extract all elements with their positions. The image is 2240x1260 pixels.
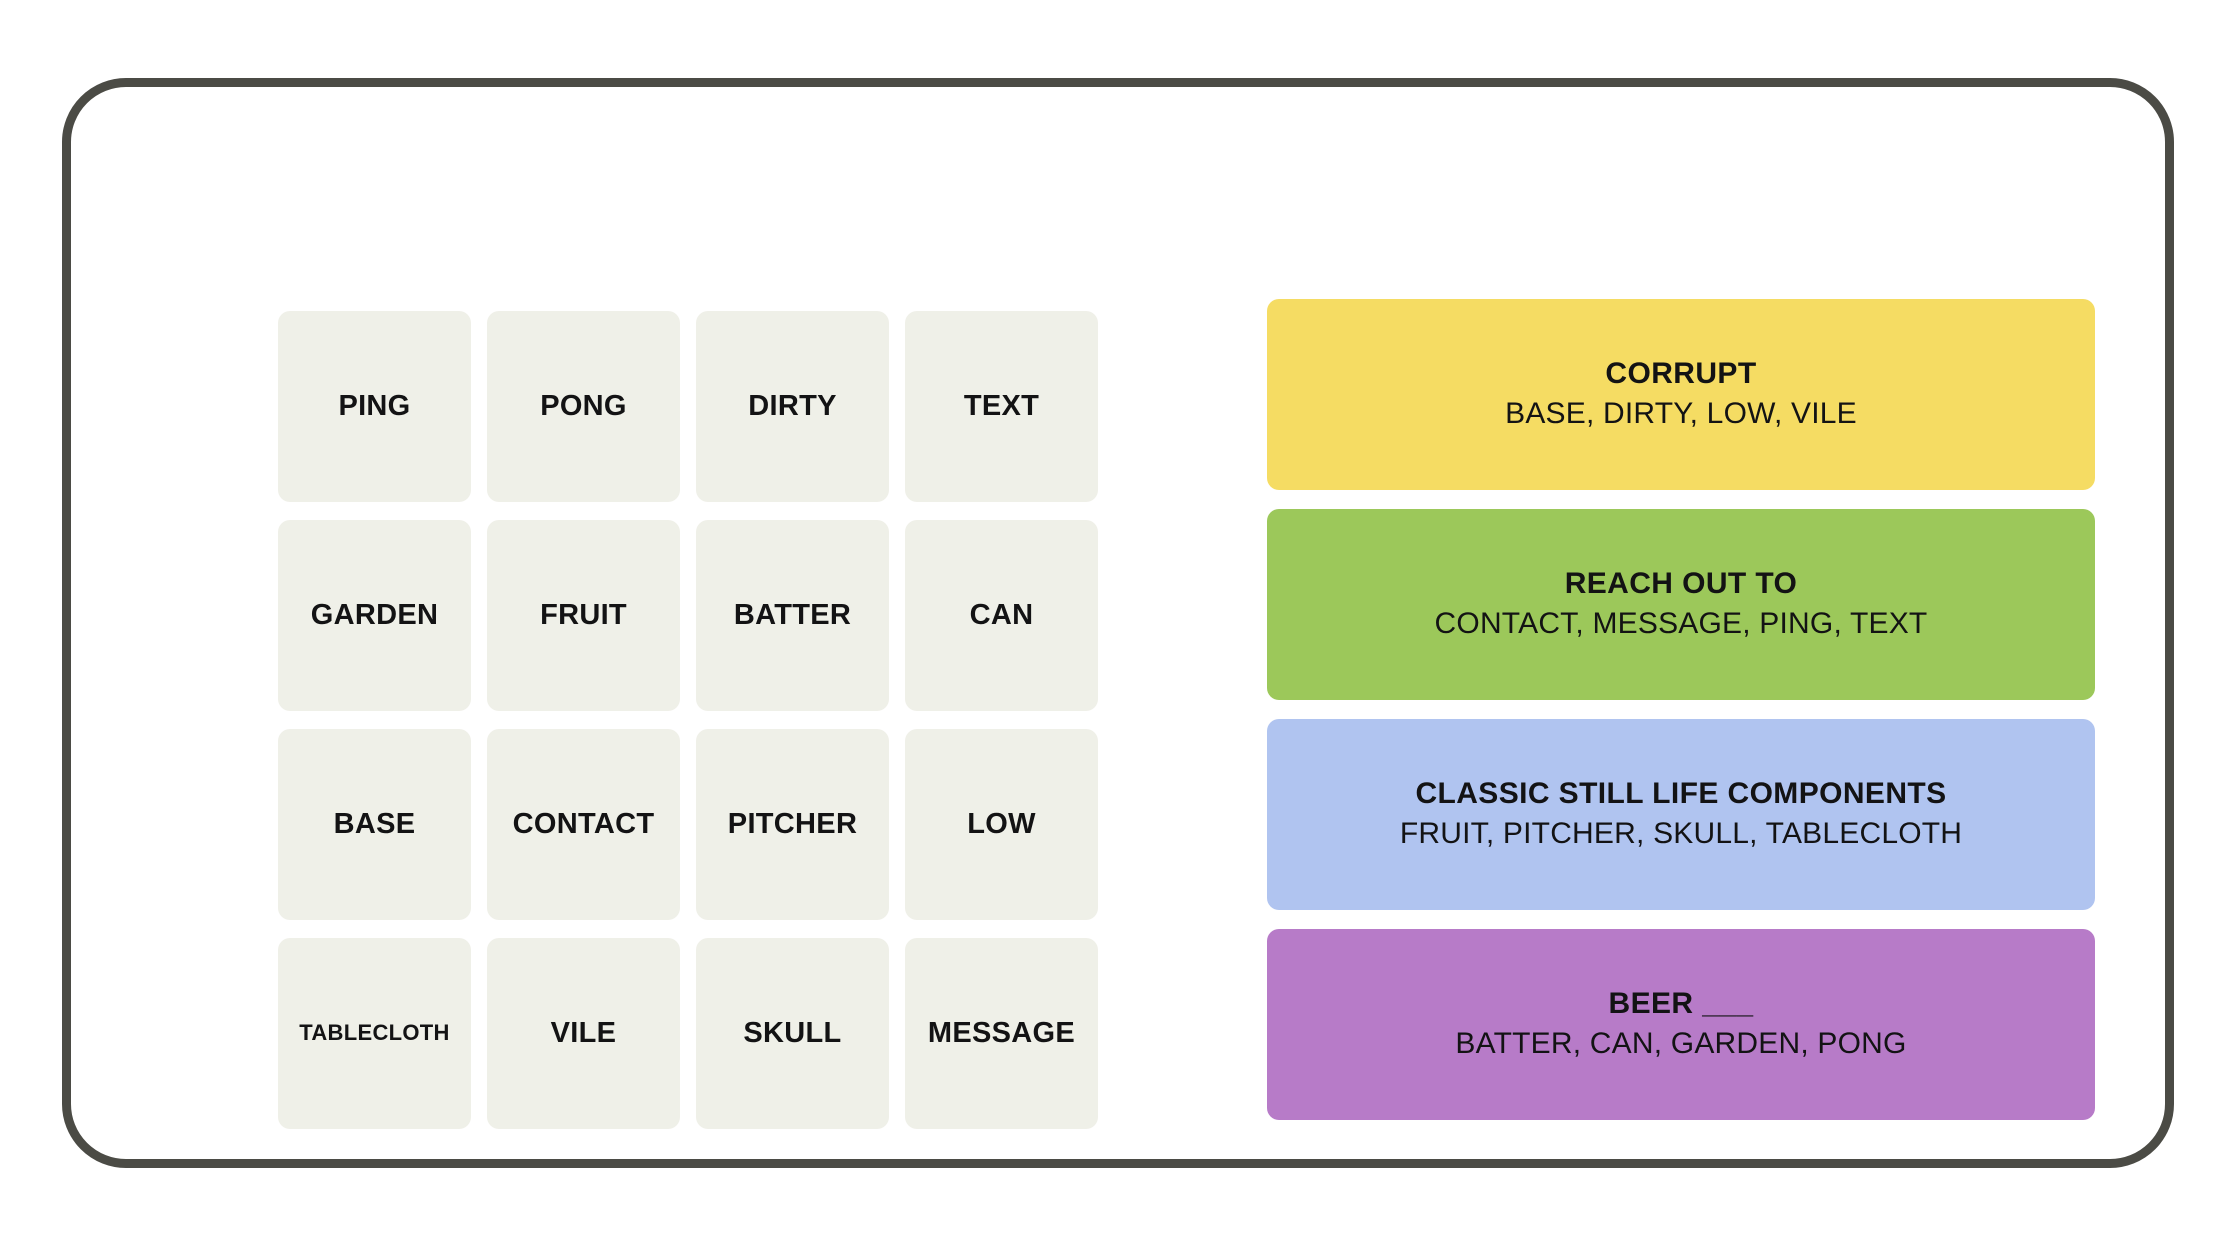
word-tile-label: PITCHER xyxy=(727,807,858,840)
word-tile[interactable]: GARDEN xyxy=(278,520,471,711)
word-tile[interactable]: SKULL xyxy=(696,938,889,1129)
word-tile-label: LOW xyxy=(967,807,1036,840)
solution-words: BATTER, CAN, GARDEN, PONG xyxy=(1455,1027,1907,1060)
word-tile[interactable]: PITCHER xyxy=(696,729,889,920)
word-tile-label: DIRTY xyxy=(748,389,837,422)
word-tile[interactable]: FRUIT xyxy=(487,520,680,711)
word-tile-label: PONG xyxy=(540,389,627,422)
word-tile[interactable]: VILE xyxy=(487,938,680,1129)
word-tile[interactable]: DIRTY xyxy=(696,311,889,502)
solution-bar-yellow: CORRUPT BASE, DIRTY, LOW, VILE xyxy=(1267,299,2095,490)
word-tile-label: GARDEN xyxy=(310,598,439,631)
solution-title: CORRUPT xyxy=(1605,357,1757,391)
word-tile-label: PING xyxy=(338,389,411,422)
solution-words: FRUIT, PITCHER, SKULL, TABLECLOTH xyxy=(1399,817,1963,850)
puzzle-app: PING PONG DIRTY TEXT GARDEN FRUIT BATTER xyxy=(0,0,2240,1260)
solution-bar-purple: BEER ___ BATTER, CAN, GARDEN, PONG xyxy=(1267,929,2095,1120)
word-tile[interactable]: BATTER xyxy=(696,520,889,711)
word-tile-label: VILE xyxy=(550,1016,617,1049)
word-tile[interactable]: CAN xyxy=(905,520,1098,711)
solution-title: BEER ___ xyxy=(1608,987,1754,1021)
word-tile[interactable]: LOW xyxy=(905,729,1098,920)
word-tile-label: BATTER xyxy=(733,598,852,631)
word-tile-label: CONTACT xyxy=(512,807,655,840)
word-tile[interactable]: PONG xyxy=(487,311,680,502)
word-tile-label: CAN xyxy=(969,598,1034,631)
word-tile[interactable]: TABLECLOTH xyxy=(278,938,471,1129)
solution-bar-green: REACH OUT TO CONTACT, MESSAGE, PING, TEX… xyxy=(1267,509,2095,700)
word-tile-label: SKULL xyxy=(743,1016,842,1049)
solution-list: CORRUPT BASE, DIRTY, LOW, VILE REACH OUT… xyxy=(1267,299,2095,1120)
solution-bar-blue: CLASSIC STILL LIFE COMPONENTS FRUIT, PIT… xyxy=(1267,719,2095,910)
word-tile[interactable]: MESSAGE xyxy=(905,938,1098,1129)
word-tile-label: TABLECLOTH xyxy=(299,1020,450,1046)
word-tile-label: FRUIT xyxy=(540,598,627,631)
word-tile[interactable]: PING xyxy=(278,311,471,502)
word-tile-label: BASE xyxy=(333,807,416,840)
word-tile[interactable]: TEXT xyxy=(905,311,1098,502)
word-tile-label: TEXT xyxy=(963,389,1040,422)
solution-words: BASE, DIRTY, LOW, VILE xyxy=(1505,397,1857,430)
word-tile-label: MESSAGE xyxy=(927,1016,1076,1049)
word-tile[interactable]: CONTACT xyxy=(487,729,680,920)
word-tile[interactable]: BASE xyxy=(278,729,471,920)
solution-words: CONTACT, MESSAGE, PING, TEXT xyxy=(1434,607,1928,640)
solution-title: CLASSIC STILL LIFE COMPONENTS xyxy=(1415,777,1947,811)
board-frame: PING PONG DIRTY TEXT GARDEN FRUIT BATTER xyxy=(62,78,2174,1168)
word-tile-grid: PING PONG DIRTY TEXT GARDEN FRUIT BATTER xyxy=(278,311,1098,1129)
solution-title: REACH OUT TO xyxy=(1564,567,1798,601)
